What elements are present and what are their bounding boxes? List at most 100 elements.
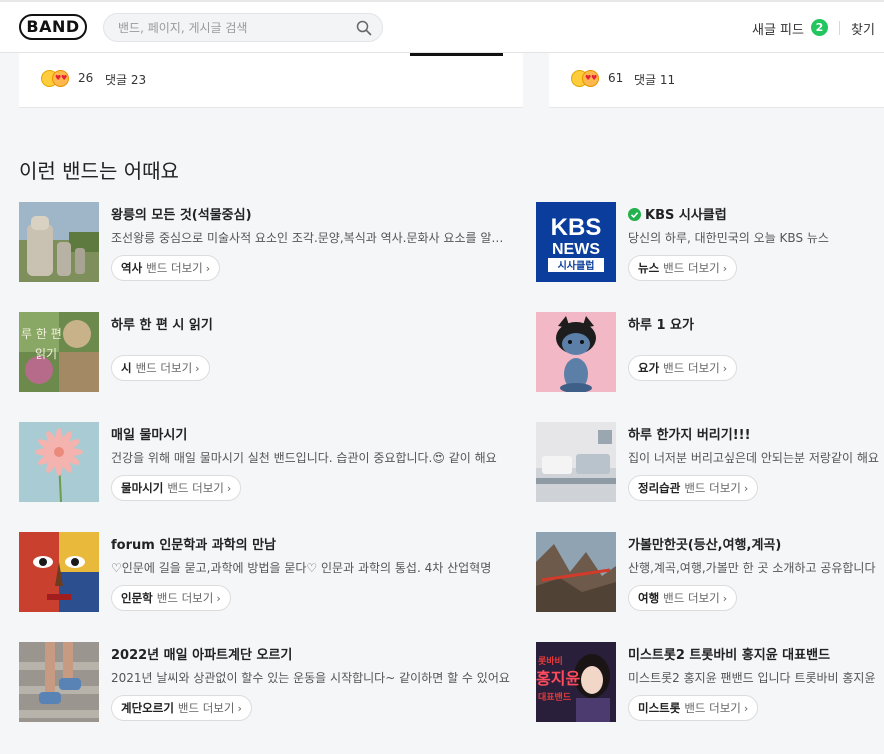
chevron-right-icon: › [722, 592, 728, 605]
search-box[interactable] [103, 13, 383, 42]
band-thumbnail[interactable]: KBS NEWS 시사클럽 [536, 202, 616, 282]
band-description: 건강을 위해 매일 물마시기 실천 밴드입니다. 습관이 중요합니다.😍 같이 … [111, 451, 497, 465]
band-recommend-item[interactable]: KBS NEWS 시사클럽 KBS 시사클럽 당신의 하루, 대한민국의 오늘 … [536, 202, 884, 282]
more-label: 밴드 더보기 [177, 701, 235, 715]
band-recommend-item[interactable]: 하루 한가지 버리기!!! 집이 너저분 버리고싶은데 안되는분 저랑같이 해요… [536, 422, 884, 502]
band-name[interactable]: 하루 한 편 시 읽기 [111, 314, 213, 333]
chevron-right-icon: › [195, 362, 200, 375]
search-icon[interactable] [356, 20, 372, 36]
category-tag: 여행 [638, 591, 660, 605]
more-label: 밴드 더보기 [663, 261, 720, 275]
reaction-emoji-icons[interactable]: ♥ ♥ [571, 69, 611, 89]
band-thumbnail[interactable] [536, 532, 616, 612]
find-link[interactable]: 찾기 [851, 19, 875, 38]
active-tab-indicator [410, 53, 503, 56]
band-more-button[interactable]: 계단오르기 밴드 더보기 › [111, 695, 252, 721]
band-name[interactable]: 매일 물마시기 [111, 424, 187, 443]
thumbnail-text: 롯바비 [538, 655, 563, 667]
chevron-right-icon: › [226, 482, 232, 495]
band-name[interactable]: KBS 시사클럽 [628, 204, 727, 223]
thumbnail-text: 대표밴드 [538, 691, 572, 703]
band-name[interactable]: 2022년 매일 아파트계단 오르기 [111, 644, 292, 663]
more-label: 밴드 더보기 [135, 361, 193, 375]
thumbnail-text: 읽기 [35, 347, 57, 361]
thumbnail-text: 홍지윤 [536, 669, 580, 688]
more-label: 밴드 더보기 [167, 481, 224, 495]
band-recommend-item[interactable]: 매일 물마시기 건강을 위해 매일 물마시기 실천 밴드입니다. 습관이 중요합… [19, 422, 519, 502]
band-name[interactable]: 하루 한가지 버리기!!! [628, 424, 751, 443]
category-tag: 뉴스 [638, 261, 660, 275]
band-logo[interactable]: BAND [19, 14, 87, 40]
band-name[interactable]: forum 인문학과 과학의 만남 [111, 534, 276, 553]
category-tag: 물마시기 [121, 481, 164, 495]
reaction-count[interactable]: 61 [608, 71, 623, 85]
verified-icon [628, 208, 641, 221]
chevron-right-icon: › [237, 702, 242, 715]
band-more-button[interactable]: 여행 밴드 더보기 › [628, 585, 738, 611]
club-logo-text: 시사클럽 [558, 259, 595, 272]
band-recommend-item[interactable]: 하루 1 요가 요가 밴드 더보기 › [536, 312, 884, 392]
thumbnail-text: 루 한 편 [21, 327, 62, 341]
band-more-button[interactable]: 요가 밴드 더보기 › [628, 355, 738, 381]
category-tag: 계단오르기 [121, 701, 174, 715]
band-name[interactable]: 왕릉의 모든 것(석물중심) [111, 204, 252, 223]
chevron-right-icon: › [743, 482, 749, 495]
kbs-logo-text: KBS [551, 214, 602, 241]
band-more-button[interactable]: 미스트롯 밴드 더보기 › [628, 695, 759, 721]
band-more-button[interactable]: 역사 밴드 더보기 › [111, 255, 221, 281]
band-thumbnail[interactable] [19, 422, 99, 502]
top-bar: BAND 새글 피드 2 찾기 [0, 0, 884, 53]
chevron-right-icon: › [722, 362, 728, 375]
header-divider [839, 21, 840, 35]
reaction-emoji-icons[interactable]: ♥ ♥ [41, 69, 81, 89]
band-description: 집이 너저분 버리고싶은데 안되는분 저랑같이 해요 [628, 451, 879, 465]
category-tag: 미스트롯 [638, 701, 681, 715]
category-tag: 인문학 [121, 591, 153, 605]
top-divider [0, 0, 884, 2]
band-more-button[interactable]: 정리습관 밴드 더보기 › [628, 475, 759, 501]
band-description: 당신의 하루, 대한민국의 오늘 KBS 뉴스 [628, 231, 829, 245]
more-label: 밴드 더보기 [684, 481, 741, 495]
band-thumbnail[interactable] [536, 312, 616, 392]
band-description: 산행,계곡,여행,가볼만 한 곳 소개하고 공유합니다 [628, 561, 876, 575]
reaction-count[interactable]: 26 [78, 71, 93, 85]
chevron-right-icon: › [205, 262, 211, 275]
band-recommend-item[interactable]: 가볼만한곳(등산,여행,계곡) 산행,계곡,여행,가볼만 한 곳 소개하고 공유… [536, 532, 884, 612]
heart-eyes-emoji-icon: ♥ ♥ [582, 70, 599, 87]
band-recommend-item[interactable]: 루 한 편 읽기 하루 한 편 시 읽기 시 밴드 더보기 › [19, 312, 519, 392]
band-thumbnail[interactable] [19, 202, 99, 282]
band-name[interactable]: 가볼만한곳(등산,여행,계곡) [628, 534, 781, 553]
band-more-button[interactable]: 물마시기 밴드 더보기 › [111, 475, 242, 501]
chevron-right-icon: › [722, 262, 728, 275]
band-more-button[interactable]: 뉴스 밴드 더보기 › [628, 255, 738, 281]
band-more-button[interactable]: 시 밴드 더보기 › [111, 355, 210, 381]
band-name-text[interactable]: KBS 시사클럽 [645, 208, 727, 223]
band-thumbnail[interactable]: 롯바비 홍지윤 대표밴드 [536, 642, 616, 722]
chevron-right-icon: › [743, 702, 749, 715]
new-feed-link[interactable]: 새글 피드 [752, 19, 804, 38]
more-label: 밴드 더보기 [663, 591, 720, 605]
band-recommend-item[interactable]: 롯바비 홍지윤 대표밴드 미스트롯2 트롯바비 홍지윤 대표밴드 미스트롯2 홍… [536, 642, 884, 722]
category-tag: 요가 [638, 361, 660, 375]
search-input[interactable] [118, 19, 338, 37]
recommend-section-title: 이런 밴드는 어때요 [19, 159, 179, 183]
feed-card: ♥ ♥ 26 댓글 23 [19, 53, 523, 108]
category-tag: 역사 [121, 261, 143, 275]
band-thumbnail[interactable]: 루 한 편 읽기 [19, 312, 99, 392]
more-label: 밴드 더보기 [146, 261, 203, 275]
comment-count[interactable]: 댓글 11 [634, 71, 675, 88]
band-recommend-item[interactable]: 왕릉의 모든 것(석물중심) 조선왕릉 중심으로 미술사적 요소인 조각.문양,… [19, 202, 519, 282]
band-thumbnail[interactable] [536, 422, 616, 502]
band-thumbnail[interactable] [19, 642, 99, 722]
category-tag: 시 [121, 361, 132, 375]
band-name[interactable]: 미스트롯2 트롯바비 홍지윤 대표밴드 [628, 644, 830, 663]
band-more-button[interactable]: 인문학 밴드 더보기 › [111, 585, 231, 611]
heart-eyes-emoji-icon: ♥ ♥ [52, 70, 69, 87]
comment-count[interactable]: 댓글 23 [105, 71, 146, 88]
band-recommend-item[interactable]: 2022년 매일 아파트계단 오르기 2021년 날씨와 상관없이 할수 있는 … [19, 642, 519, 722]
more-label: 밴드 더보기 [684, 701, 741, 715]
band-thumbnail[interactable] [19, 532, 99, 612]
band-description: 미스트롯2 홍지윤 팬밴드 입니다 트롯바비 홍지윤 [628, 671, 876, 685]
band-name[interactable]: 하루 1 요가 [628, 314, 694, 333]
band-recommend-item[interactable]: forum 인문학과 과학의 만남 ♡인문에 길을 묻고,과학에 방법을 묻다♡… [19, 532, 519, 612]
